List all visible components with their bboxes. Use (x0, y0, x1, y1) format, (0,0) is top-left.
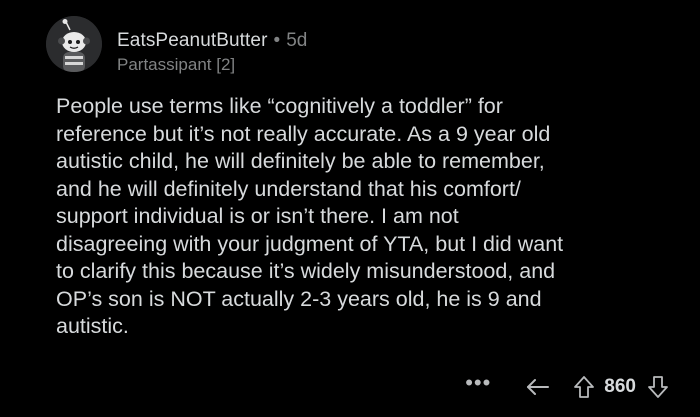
downvote-button[interactable] (644, 375, 672, 399)
comment-body-line: People use terms like “cognitively a tod… (56, 94, 503, 118)
comment-body-line: OP’s son is NOT actually 2-3 years old, … (56, 286, 542, 311)
comment-body-line: support individual is or isn’t there. I … (56, 204, 459, 228)
separator-dot: • (273, 30, 281, 51)
comment-body-line: autistic child, he will definitely be ab… (56, 149, 545, 173)
upvote-button[interactable] (570, 375, 598, 399)
comment-body-line: autistic. (56, 314, 129, 338)
reply-button[interactable] (520, 376, 556, 398)
comment-body-line: to clarify this because it’s widely misu… (56, 259, 556, 283)
upvote-icon (574, 376, 595, 398)
downvote-icon (648, 376, 668, 398)
username[interactable]: EatsPeanutButter (117, 30, 268, 52)
reply-icon (527, 379, 550, 395)
vote-score: 860 (604, 376, 636, 397)
more-icon: ••• (465, 370, 492, 395)
comment-actions: ••• 860 (460, 368, 672, 406)
snoo-avatar-icon (46, 16, 102, 72)
comment-body-line: and he will definitely understand that h… (56, 176, 521, 201)
comment: EatsPeanutButter • 5d Partassipant [2] P… (0, 0, 700, 417)
author-row: EatsPeanutButter • 5d (117, 29, 307, 53)
comment-age: 5d (286, 30, 308, 51)
more-options-button[interactable]: ••• (460, 370, 496, 404)
comment-body-line: disagreeing with your judgment of YTA, b… (56, 231, 564, 256)
avatar[interactable] (46, 16, 102, 72)
user-flair: Partassipant [2] (117, 55, 236, 74)
comment-body-line: reference but it’s not really accurate. … (56, 121, 551, 146)
comment-body: People use terms like “cognitively a tod… (56, 93, 696, 341)
